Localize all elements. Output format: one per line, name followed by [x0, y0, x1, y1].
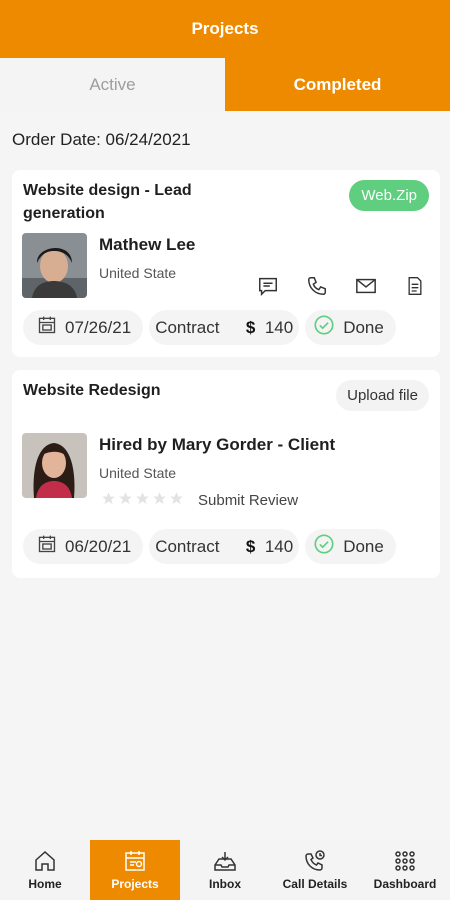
project-date: 07/26/21 — [65, 317, 132, 337]
currency-symbol: $ — [245, 536, 256, 556]
projects-icon — [125, 851, 145, 871]
currency-symbol: $ — [245, 317, 256, 337]
avatar — [22, 433, 87, 498]
project-title: Website Redesign — [23, 382, 161, 399]
contract-label: Contract — [155, 317, 220, 337]
contact-actions — [255, 273, 428, 299]
freelancer-name: Mathew Lee — [99, 235, 196, 254]
call-details-icon — [305, 850, 325, 871]
home-icon — [35, 850, 55, 871]
check-circle-icon — [313, 314, 335, 341]
mail-icon[interactable] — [353, 273, 379, 299]
download-zip-badge[interactable]: Web.Zip — [349, 180, 429, 211]
calendar-icon — [37, 315, 57, 340]
project-title: Website design - Lead generation — [23, 182, 192, 222]
project-meta: 07/26/21 Contract $ 140 Done — [23, 310, 396, 345]
star-icon[interactable] — [152, 491, 167, 506]
date-pill: 06/20/21 — [23, 529, 144, 564]
status-text: Done — [343, 536, 384, 556]
nav-home-label: Home — [28, 877, 62, 891]
project-meta: 06/20/21 Contract $ 140 Done — [23, 529, 396, 564]
contract-amount: 140 — [264, 536, 294, 556]
chat-icon[interactable] — [255, 273, 281, 299]
star-rating[interactable] — [101, 491, 184, 506]
contract-pill: Contract $ 140 — [149, 529, 300, 564]
contract-label: Contract — [155, 536, 220, 556]
star-icon[interactable] — [118, 491, 133, 506]
tab-completed[interactable]: Completed — [225, 58, 450, 111]
date-pill: 07/26/21 — [23, 310, 144, 345]
contract-pill: Contract $ 140 — [149, 310, 300, 345]
inbox-icon — [214, 852, 236, 871]
star-icon[interactable] — [169, 491, 184, 506]
project-card[interactable]: Website Redesign Upload file Hired by Ma… — [12, 370, 440, 578]
nav-inbox[interactable]: Inbox — [180, 840, 270, 900]
client-location: United State — [99, 465, 177, 481]
client-name: Hired by Mary Gorder - Client — [99, 435, 336, 454]
phone-icon[interactable] — [304, 273, 330, 299]
star-icon[interactable] — [101, 491, 116, 506]
status-pill: Done — [305, 310, 396, 345]
check-circle-icon — [313, 533, 335, 560]
nav-dashboard-label: Dashboard — [373, 877, 437, 891]
freelancer-location: United State — [99, 265, 177, 281]
project-card[interactable]: Website design - Lead generation Web.Zip… — [12, 170, 440, 357]
contract-amount: 140 — [264, 317, 294, 337]
dashboard-icon — [395, 851, 415, 871]
bottom-nav: Home Projects Inbox Call Details Dashboa… — [0, 840, 450, 900]
nav-inbox-label: Inbox — [209, 877, 241, 891]
star-icon[interactable] — [135, 491, 150, 506]
tab-active[interactable]: Active — [0, 58, 225, 111]
nav-home[interactable]: Home — [0, 840, 90, 900]
avatar — [22, 233, 87, 298]
app-header: Projects — [0, 0, 450, 58]
status-tabs: Active Completed — [0, 58, 450, 111]
nav-call-details[interactable]: Call Details — [270, 840, 360, 900]
calendar-icon — [37, 534, 57, 559]
nav-dashboard[interactable]: Dashboard — [360, 840, 450, 900]
project-date: 06/20/21 — [65, 536, 132, 556]
upload-file-button[interactable]: Upload file — [336, 380, 429, 411]
page-title: Projects — [191, 19, 259, 38]
nav-projects[interactable]: Projects — [90, 840, 180, 900]
submit-review-link[interactable]: Submit Review — [198, 492, 298, 509]
document-icon[interactable] — [402, 273, 428, 299]
status-text: Done — [343, 317, 384, 337]
nav-projects-label: Projects — [111, 877, 159, 891]
nav-call-details-label: Call Details — [282, 877, 348, 891]
status-pill: Done — [305, 529, 396, 564]
order-date: Order Date: 06/24/2021 — [12, 130, 191, 149]
